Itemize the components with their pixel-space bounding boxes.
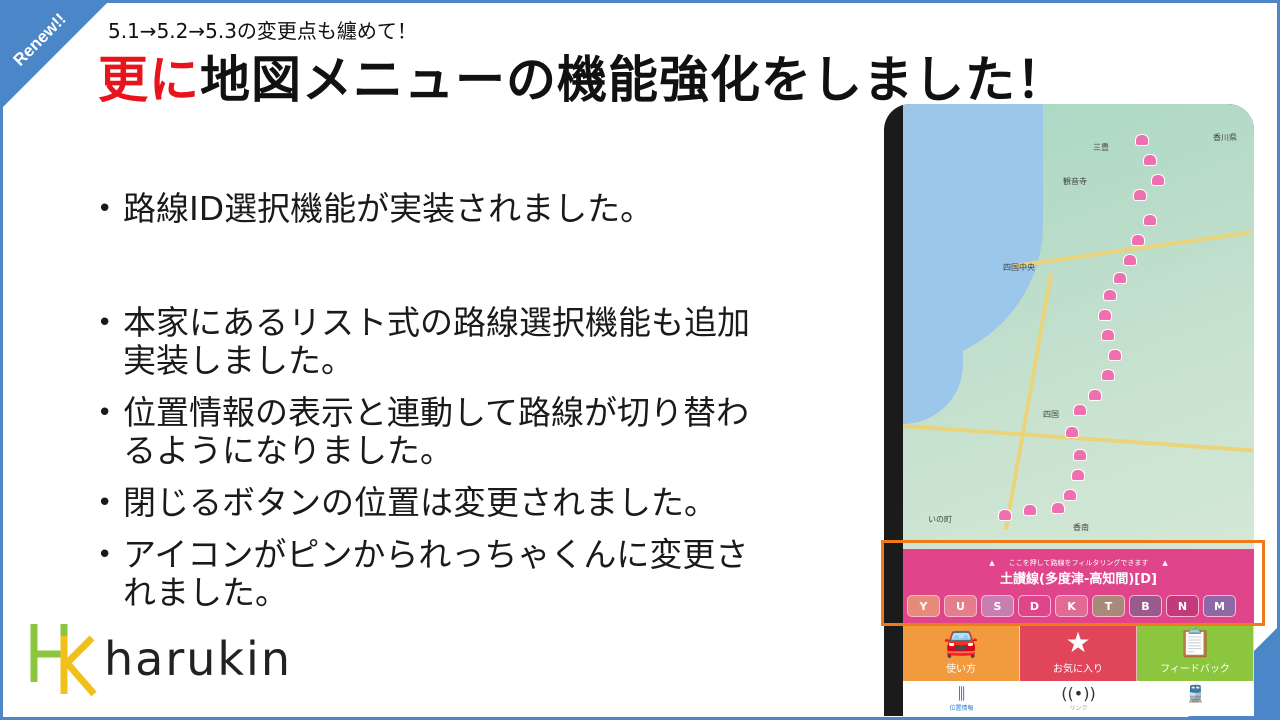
howto-button[interactable]: 🚘 使い方 <box>903 626 1020 681</box>
train-icon: 🚆 <box>1185 684 1206 703</box>
tab-location-label: 位置情報 <box>949 705 974 712</box>
page-title: 更に地図メニューの機能強化をしました！ <box>98 40 1067 112</box>
train-marker-icon[interactable] <box>1051 502 1065 514</box>
train-marker-icon[interactable] <box>1088 389 1102 401</box>
train-marker-icon[interactable] <box>1071 469 1085 481</box>
train-marker-icon[interactable] <box>1135 134 1149 146</box>
harukin-logo: harukin <box>30 622 300 697</box>
map-label: 香川県 <box>1213 133 1237 142</box>
train-marker-icon[interactable] <box>1143 214 1157 226</box>
tab-train[interactable]: 🚆 <box>1137 681 1254 716</box>
bottom-nav: ⫼ 位置情報 ((•)) リンク 🚆 <box>903 681 1254 716</box>
favorites-button[interactable]: ★ お気に入り <box>1020 626 1137 681</box>
logo-wordmark: harukin <box>104 632 292 686</box>
train-marker-icon[interactable] <box>1065 426 1079 438</box>
broadcast-icon: ((•)) <box>1061 684 1096 703</box>
map-label: 観音寺 <box>1063 177 1087 186</box>
train-marker-icon[interactable] <box>1073 404 1087 416</box>
feature-list: 路線ID選択機能が実装されました。 本家にあるリスト式の路線選択機能も追加実装し… <box>95 190 795 612</box>
map-label: 四国 <box>1043 410 1059 419</box>
list-item: 本家にあるリスト式の路線選択機能も追加実装しました。 <box>95 304 753 380</box>
highlight-box <box>881 540 1265 626</box>
map-view[interactable]: 三豊 観音寺 香川県 四国中央 いの町 香南 四国 <box>903 104 1254 549</box>
train-marker-icon[interactable] <box>1098 309 1112 321</box>
map-label: 香南 <box>1073 523 1089 532</box>
map-label: 四国中央 <box>1003 263 1035 272</box>
train-marker-icon[interactable] <box>1131 234 1145 246</box>
logo-mark-icon <box>30 624 97 697</box>
star-icon: ★ <box>1065 626 1091 659</box>
train-marker-icon[interactable] <box>1123 254 1137 266</box>
howto-label: 使い方 <box>946 664 976 675</box>
tab-link[interactable]: ((•)) リンク <box>1020 681 1137 716</box>
train-marker-icon[interactable] <box>1133 189 1147 201</box>
list-item: 路線ID選択機能が実装されました。 <box>95 190 795 229</box>
car-icon: 🚘 <box>943 626 979 659</box>
list-item: 閉じるボタンの位置は変更されました。 <box>95 484 795 523</box>
location-chart-icon: ⫼ <box>957 684 966 703</box>
list-item: 位置情報の表示と連動して路線が切り替わるようになりました。 <box>95 394 753 470</box>
train-marker-icon[interactable] <box>998 509 1012 521</box>
feedback-label: フィードバック <box>1160 664 1230 675</box>
tab-link-label: リンク <box>1069 705 1088 712</box>
title-accent: 更に <box>98 51 200 109</box>
train-marker-icon[interactable] <box>1143 154 1157 166</box>
train-marker-icon[interactable] <box>1023 504 1037 516</box>
map-label: いの町 <box>928 515 952 524</box>
train-marker-icon[interactable] <box>1103 289 1117 301</box>
train-marker-icon[interactable] <box>1073 449 1087 461</box>
clipboard-icon: 📋 <box>1177 626 1213 659</box>
title-rest: 地図メニューの機能強化をしました！ <box>200 51 1067 109</box>
sea-area <box>903 224 963 424</box>
train-marker-icon[interactable] <box>1101 369 1115 381</box>
map-label: 三豊 <box>1093 143 1109 152</box>
favorites-label: お気に入り <box>1053 664 1103 675</box>
train-marker-icon[interactable] <box>1113 272 1127 284</box>
feedback-button[interactable]: 📋 フィードバック <box>1137 626 1254 681</box>
train-marker-icon[interactable] <box>1063 489 1077 501</box>
train-marker-icon[interactable] <box>1108 349 1122 361</box>
train-marker-icon[interactable] <box>1101 329 1115 341</box>
map-menu: 🚘 使い方 ★ お気に入り 📋 フィードバック <box>903 626 1254 681</box>
list-item: アイコンがピンかられっちゃくんに変更されました。 <box>95 536 753 612</box>
tab-location[interactable]: ⫼ 位置情報 <box>903 681 1020 716</box>
train-marker-icon[interactable] <box>1151 174 1165 186</box>
